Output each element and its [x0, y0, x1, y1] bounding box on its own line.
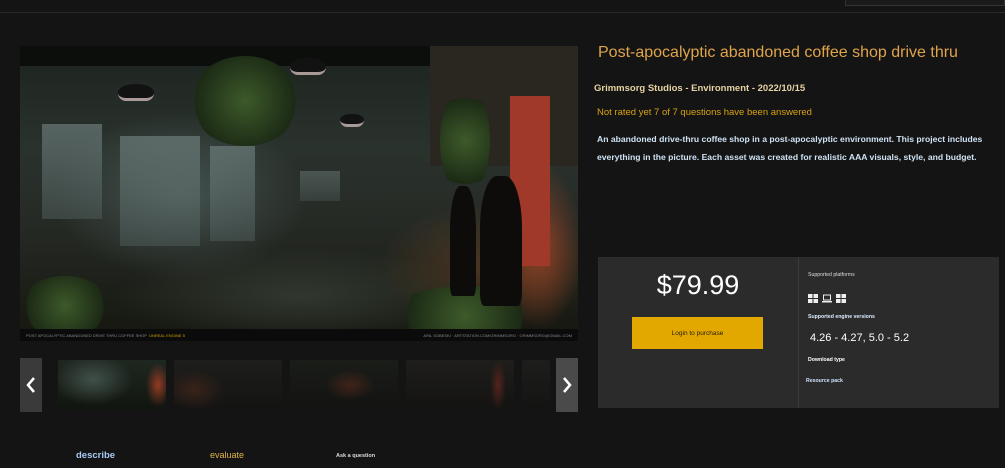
- download-type-value: Resource pack: [806, 378, 843, 384]
- thumbnail-image: [406, 360, 514, 410]
- scene-window: [210, 146, 255, 241]
- chevron-right-icon: [563, 377, 572, 393]
- tab-ask-question[interactable]: Ask a question: [336, 453, 375, 459]
- windows-icon: [808, 290, 818, 303]
- scene-lamp: [340, 114, 364, 127]
- engine-versions-label: Supported engine versions: [808, 314, 875, 320]
- windows-icon: [836, 290, 846, 303]
- caption-right: ARIL SOBESKI · ARTSTATION.COM/GRIMMSORG …: [423, 332, 572, 338]
- gallery-thumbnail[interactable]: [290, 360, 398, 410]
- search-box[interactable]: [845, 0, 1005, 6]
- scene-plant: [20, 276, 110, 336]
- panel-divider: [798, 257, 799, 408]
- tab-describe[interactable]: describe: [76, 450, 115, 461]
- scene-plant: [440, 86, 490, 196]
- gallery-prev-button[interactable]: [20, 358, 42, 412]
- gallery-thumbnail[interactable]: [522, 360, 550, 410]
- thumbnail-image: [58, 360, 166, 410]
- platforms-label: Supported platforms: [808, 272, 855, 278]
- laptop-icon: [822, 290, 832, 303]
- purchase-panel: $79.99 Login to purchase Supported platf…: [598, 257, 999, 408]
- product-price: $79.99: [656, 270, 740, 300]
- login-to-purchase-button[interactable]: Login to purchase: [632, 317, 763, 349]
- scene-figure: [450, 186, 476, 296]
- product-description: An abandoned drive-thru coffee shop in a…: [597, 134, 983, 162]
- hero-caption: POST APOCALYPTIC ABANDONED DRIVE THRU CO…: [20, 329, 578, 341]
- thumbnail-image: [522, 360, 550, 410]
- thumbnail-image: [290, 360, 398, 410]
- thumbnail-strip: [20, 358, 578, 412]
- product-meta[interactable]: Grimmsorg Studios - Environment - 2022/1…: [594, 83, 805, 94]
- chevron-left-icon: [26, 377, 35, 393]
- caption-left: POST APOCALYPTIC ABANDONED DRIVE THRU CO…: [26, 332, 147, 338]
- product-title: Post-apocalyptic abandoned coffee shop d…: [598, 44, 958, 61]
- top-bar: [0, 0, 1005, 13]
- gallery-thumbnail[interactable]: [406, 360, 514, 410]
- hero-image[interactable]: POST APOCALYPTIC ABANDONED DRIVE THRU CO…: [20, 46, 578, 341]
- scene-figure: [480, 176, 522, 306]
- scene-window: [42, 124, 102, 219]
- scene-lamp: [290, 58, 326, 75]
- scene-window: [120, 136, 200, 246]
- platform-icons: [808, 290, 846, 303]
- gallery-thumbnail[interactable]: [58, 360, 166, 410]
- thumbnail-image: [174, 360, 282, 410]
- scene-window: [300, 171, 340, 201]
- scene-lamp: [118, 84, 154, 101]
- download-type-label: Download type: [808, 357, 845, 363]
- scene-plant: [190, 56, 300, 146]
- engine-versions-value: 4.26 - 4.27, 5.0 - 5.2: [810, 332, 910, 344]
- tab-evaluate[interactable]: evaluate: [210, 450, 244, 460]
- caption-highlight: UNREAL ENGINE 5: [149, 332, 185, 338]
- gallery-next-button[interactable]: [556, 358, 578, 412]
- product-rating[interactable]: Not rated yet 7 of 7 questions have been…: [597, 107, 812, 118]
- gallery-thumbnail[interactable]: [174, 360, 282, 410]
- content-tabs: describe evaluate Ask a question: [0, 445, 1005, 468]
